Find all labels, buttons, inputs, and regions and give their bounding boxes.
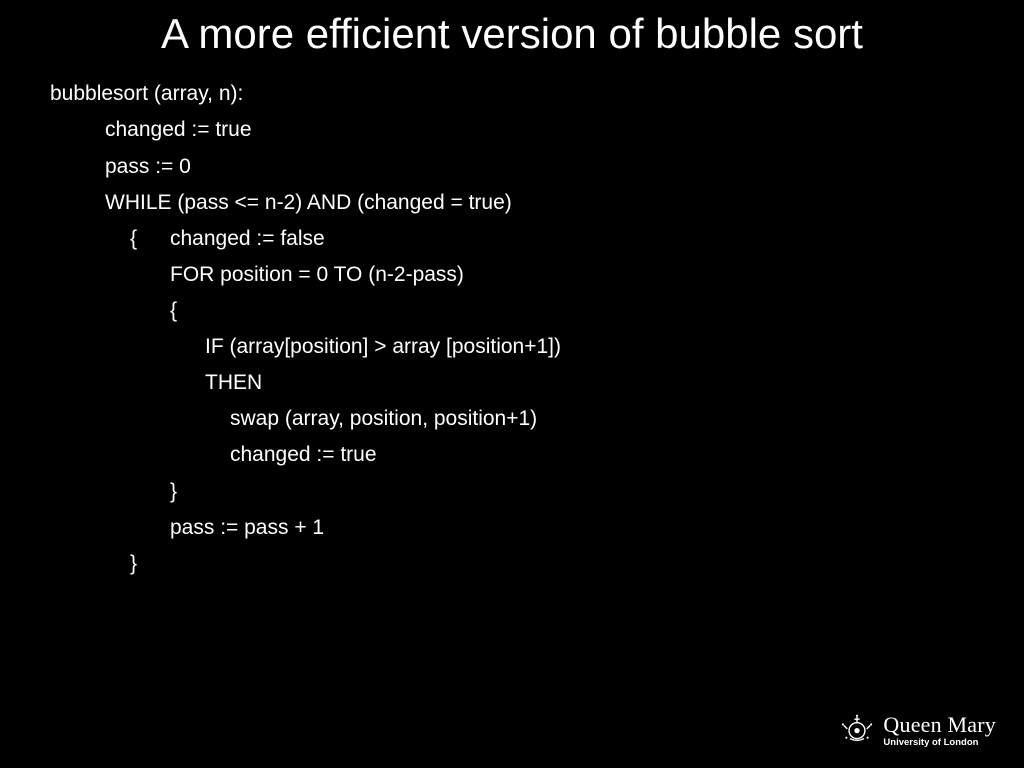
code-line: changed := true [50, 437, 974, 473]
code-line: bubblesort (array, n): [50, 76, 974, 112]
code-line: swap (array, position, position+1) [50, 401, 974, 437]
code-line: pass := pass + 1 [50, 510, 974, 546]
pseudocode-block: bubblesort (array, n): changed := true p… [50, 76, 974, 582]
crown-icon [839, 713, 875, 748]
logo-text: Queen Mary University of London [883, 713, 996, 748]
code-line: { [50, 293, 974, 329]
code-text: changed := false [170, 227, 325, 250]
code-line: WHILE (pass <= n-2) AND (changed = true) [50, 185, 974, 221]
brace-open: { [130, 221, 170, 257]
slide-title: A more efficient version of bubble sort [50, 10, 974, 58]
code-line: {changed := false [50, 221, 974, 257]
code-line: changed := true [50, 112, 974, 148]
code-line: } [50, 546, 974, 582]
code-line: IF (array[position] > array [position+1]… [50, 329, 974, 365]
slide-container: A more efficient version of bubble sort … [0, 0, 1024, 582]
code-line: pass := 0 [50, 149, 974, 185]
logo-sub-text: University of London [883, 738, 996, 748]
institution-logo: Queen Mary University of London [839, 713, 996, 748]
logo-main-text: Queen Mary [883, 713, 996, 736]
code-line: THEN [50, 365, 974, 401]
code-line: FOR position = 0 TO (n-2-pass) [50, 257, 974, 293]
code-line: } [50, 474, 974, 510]
